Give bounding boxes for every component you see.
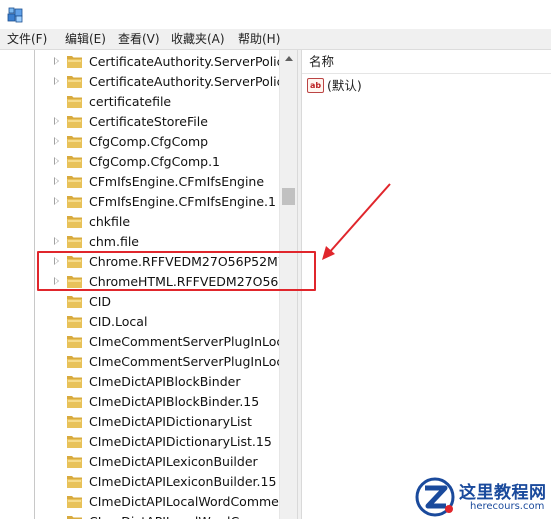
folder-icon [67,316,82,328]
tree-item[interactable]: CID [35,292,279,312]
menu-favorites[interactable]: 收藏夹(A) [171,31,225,48]
annotation-arrow-icon [322,183,391,260]
expand-arrow-icon[interactable] [54,197,59,205]
tree-item[interactable]: chkfile [35,212,279,232]
value-row-default[interactable]: ab (默认) [307,77,547,95]
folder-icon [67,456,82,468]
folder-icon [67,356,82,368]
tree-item-label: CfgComp.CfgComp.1 [89,154,220,169]
folder-icon [67,516,82,519]
scroll-up-arrow-icon[interactable] [285,56,293,61]
string-value-icon: ab [307,78,324,93]
watermark-logo-icon [415,477,455,517]
tree-item-label: CertificateStoreFile [89,114,208,129]
tree-item-label: CImeCommentServerPlugInLocal [89,354,279,369]
menu-view[interactable]: 查看(V) [118,31,160,48]
tree-item[interactable]: CImeDictAPILexiconBuilder.15 [35,472,279,492]
folder-icon [67,396,82,408]
tree-item-label: certificatefile [89,94,172,109]
watermark: 这里教程网 herecours.com [414,474,551,519]
folder-icon [67,336,82,348]
folder-icon [67,476,82,488]
watermark-text: 这里教程网 [459,483,547,503]
tree-item-label: CertificateAuthority.ServerPolicy [89,54,279,69]
folder-icon [67,116,82,128]
folder-icon [67,176,82,188]
tree-item-label: CImeDictAPIDictionaryList [89,414,252,429]
tree-item-label: CImeDictAPILocalWordComment [89,512,279,519]
folder-icon [67,376,82,388]
title-bar [0,0,551,29]
tree-item[interactable]: CImeDictAPIBlockBinder [35,372,279,392]
tree-item[interactable]: CImeCommentServerPlugInLocal [35,352,279,372]
tree-item[interactable]: CertificateAuthority.ServerPolicy [35,52,279,72]
tree-item-label: CID.Local [89,314,148,329]
tree-item-label: CFmIfsEngine.CFmIfsEngine.1 [89,194,276,209]
value-name-label: (默认) [327,78,362,93]
annotation-highlight-box [37,251,316,291]
menu-file[interactable]: 文件(F) [7,31,47,48]
tree-item-label: chm.file [89,234,139,249]
tree-item-label: chkfile [89,214,131,229]
tree-item[interactable]: CertificateStoreFile [35,112,279,132]
tree-item-label: CImeDictAPIBlockBinder [89,374,241,389]
tree-item-label: CFmIfsEngine.CFmIfsEngine [89,174,265,189]
tree-item-label: CImeDictAPILexiconBuilder.15 [89,474,277,489]
folder-icon [67,416,82,428]
expand-arrow-icon[interactable] [54,117,59,125]
folder-icon [67,96,82,108]
tree-item[interactable]: CertificateAuthority.ServerPolicy.1 [35,72,279,92]
expand-arrow-icon[interactable] [54,77,59,85]
watermark-url: herecours.com [470,501,545,512]
regedit-app-icon[interactable] [7,6,25,24]
menu-edit[interactable]: 编辑(E) [65,31,106,48]
expand-arrow-icon[interactable] [54,57,59,65]
tree-item-label: CImeDictAPIBlockBinder.15 [89,394,260,409]
expand-arrow-icon[interactable] [54,177,59,185]
tree-item-label: CImeDictAPILocalWordComment [89,494,279,509]
folder-icon [67,236,82,248]
folder-icon [67,436,82,448]
tree-item[interactable]: CFmIfsEngine.CFmIfsEngine [35,172,279,192]
scroll-thumb[interactable] [282,188,295,205]
tree-item-label: CertificateAuthority.ServerPolicy.1 [89,74,279,89]
menu-help[interactable]: 帮助(H) [238,31,280,48]
tree-item-label: CImeCommentServerPlugInLocal [89,334,279,349]
tree-item[interactable]: chm.file [35,232,279,252]
tree-item[interactable]: CID.Local [35,312,279,332]
folder-icon [67,76,82,88]
tree-item[interactable]: CImeDictAPILocalWordComment [35,512,279,519]
tree-item[interactable]: CfgComp.CfgComp.1 [35,152,279,172]
tree-item[interactable]: certificatefile [35,92,279,112]
tree-item-label: CfgComp.CfgComp [89,134,209,149]
folder-icon [67,496,82,508]
expand-arrow-icon[interactable] [54,157,59,165]
folder-icon [67,196,82,208]
tree-item[interactable]: CImeDictAPILexiconBuilder [35,452,279,472]
tree-item[interactable]: CImeCommentServerPlugInLocal [35,332,279,352]
expand-arrow-icon[interactable] [54,237,59,245]
registry-values-list[interactable]: 名称 ab (默认) [302,50,551,519]
column-header-name[interactable]: 名称 [302,50,551,74]
column-header-label: 名称 [309,54,335,69]
menu-bar: 文件(F) 编辑(E) 查看(V) 收藏夹(A) 帮助(H) [0,29,551,50]
tree-item[interactable]: CfgComp.CfgComp [35,132,279,152]
folder-icon [67,216,82,228]
tree-item[interactable]: CFmIfsEngine.CFmIfsEngine.1 [35,192,279,212]
tree-item-label: CID [89,294,112,309]
tree-item-label: CImeDictAPIDictionaryList.15 [89,434,272,449]
tree-item[interactable]: CImeDictAPIDictionaryList [35,412,279,432]
folder-icon [67,136,82,148]
tree-item-label: CImeDictAPILexiconBuilder [89,454,258,469]
folder-icon [67,296,82,308]
expand-arrow-icon[interactable] [54,137,59,145]
folder-icon [67,156,82,168]
tree-item[interactable]: CImeDictAPIBlockBinder.15 [35,392,279,412]
tree-item[interactable]: CImeDictAPILocalWordComment [35,492,279,512]
tree-item[interactable]: CImeDictAPIDictionaryList.15 [35,432,279,452]
folder-icon [67,56,82,68]
